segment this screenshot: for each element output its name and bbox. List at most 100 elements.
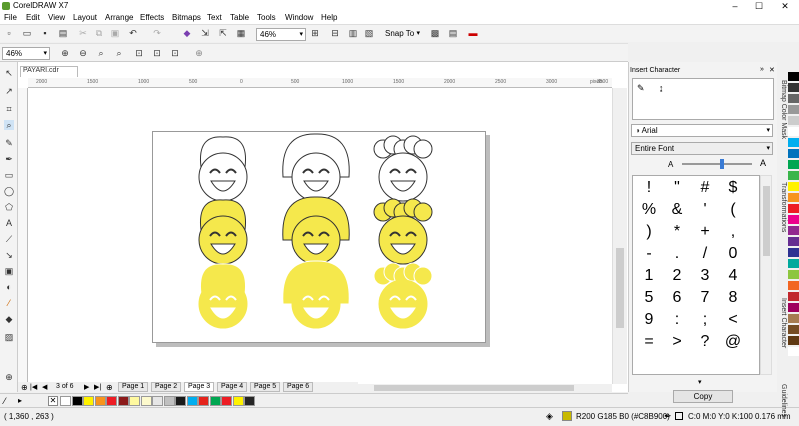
options-icon[interactable]: ▩: [430, 28, 440, 38]
vertical-ruler[interactable]: [18, 88, 28, 384]
color-swatch[interactable]: [244, 396, 255, 406]
face[interactable]: [378, 279, 428, 329]
docker-tab[interactable]: Transformations: [777, 182, 787, 232]
character-cell[interactable]: ?: [691, 331, 719, 353]
docker-tab[interactable]: Insert Character: [777, 298, 787, 348]
close-icon[interactable]: ✕: [774, 0, 796, 12]
character-cell[interactable]: >: [663, 331, 691, 353]
color-swatch[interactable]: [117, 396, 129, 406]
next-page-icon[interactable]: ▶: [84, 383, 89, 391]
menu-edit[interactable]: Edit: [26, 13, 40, 22]
color-swatch[interactable]: [60, 396, 71, 406]
connector-tool-icon[interactable]: ↘: [4, 250, 14, 260]
character-cell[interactable]: $: [719, 177, 747, 199]
print-icon[interactable]: ▤: [58, 28, 68, 38]
add-tool-icon[interactable]: ⊕: [4, 372, 14, 382]
character-cell[interactable]: *: [663, 221, 691, 243]
page-tab[interactable]: Page 6: [283, 382, 314, 392]
artistic-media-icon[interactable]: ✒: [4, 154, 14, 164]
color-swatch[interactable]: [175, 396, 186, 406]
palette-swatch[interactable]: [788, 94, 799, 103]
menu-table[interactable]: Table: [230, 13, 249, 22]
application-launcher-icon[interactable]: ▤: [448, 28, 458, 38]
page-tab[interactable]: Page 5: [250, 382, 281, 392]
color-swatch[interactable]: [209, 396, 221, 406]
open-icon[interactable]: ▭: [22, 28, 32, 38]
color-swatch[interactable]: [186, 396, 198, 406]
palette-swatch[interactable]: [788, 292, 799, 301]
show-rulers-icon[interactable]: ⊟: [330, 28, 340, 38]
face[interactable]: [378, 215, 428, 265]
horizontal-ruler[interactable]: 2000 1500 1000 500 0 500 1000 1500 2000 2500 3000 3…: [28, 78, 612, 88]
launch-icon[interactable]: ▬: [468, 28, 478, 38]
menu-tools[interactable]: Tools: [257, 13, 276, 22]
search-content-icon[interactable]: ◆: [182, 28, 192, 38]
menu-file[interactable]: File: [4, 13, 17, 22]
drag-handle-icon[interactable]: ↨: [659, 83, 664, 93]
show-guidelines-icon[interactable]: ▧: [364, 28, 374, 38]
full-screen-icon[interactable]: ⊞: [310, 28, 320, 38]
undo-icon[interactable]: ↶: [128, 28, 138, 38]
color-swatch[interactable]: [140, 396, 152, 406]
pick-tool-icon[interactable]: ↖: [4, 68, 14, 78]
transparency-icon[interactable]: ◐: [4, 282, 14, 292]
docker-close-icon[interactable]: ✕: [769, 66, 775, 74]
add-page-after-icon[interactable]: ⊕: [106, 383, 113, 392]
character-cell[interactable]: !: [635, 177, 663, 199]
menu-text[interactable]: Text: [207, 13, 222, 22]
redo-icon[interactable]: ↷: [152, 28, 162, 38]
palette-swatch[interactable]: [788, 116, 799, 125]
character-size-slider[interactable]: [682, 163, 752, 165]
palette-swatch[interactable]: [788, 259, 799, 268]
palette-swatch[interactable]: [788, 237, 799, 246]
color-swatch[interactable]: [106, 396, 117, 406]
freehand-tool-icon[interactable]: ✎: [4, 138, 14, 148]
previous-page-icon[interactable]: ◀: [42, 383, 47, 391]
palette-swatch[interactable]: [788, 336, 799, 345]
character-cell[interactable]: 1: [635, 265, 663, 287]
hair-curl[interactable]: [413, 202, 433, 222]
text-tool-icon[interactable]: A: [4, 218, 14, 228]
horizontal-scroll-thumb[interactable]: [374, 385, 574, 391]
save-icon[interactable]: ▪: [40, 28, 50, 38]
face[interactable]: [198, 279, 248, 329]
docker-tab[interactable]: Guidelines: [777, 384, 787, 417]
character-cell[interactable]: #: [691, 177, 719, 199]
character-cell[interactable]: ;: [691, 309, 719, 331]
zoom-all-icon[interactable]: ⌕: [114, 48, 124, 58]
color-swatch[interactable]: [221, 396, 232, 406]
menu-window[interactable]: Window: [285, 13, 313, 22]
palette-swatch[interactable]: [788, 182, 799, 191]
smiley-faces-artwork[interactable]: [152, 131, 486, 343]
palette-swatch[interactable]: [788, 149, 799, 158]
character-cell[interactable]: .: [663, 243, 691, 265]
character-cell[interactable]: :: [663, 309, 691, 331]
character-cell[interactable]: -: [635, 243, 663, 265]
menu-arrange[interactable]: Arrange: [105, 13, 133, 22]
character-cell[interactable]: 4: [719, 265, 747, 287]
palette-swatch[interactable]: [788, 127, 799, 136]
zoom-page-icon[interactable]: ⊡: [134, 48, 144, 58]
maximize-icon[interactable]: ☐: [748, 0, 770, 12]
slider-handle[interactable]: [720, 159, 724, 169]
copy-icon[interactable]: ⧉: [94, 28, 104, 38]
eyedropper-icon[interactable]: ⁄: [4, 298, 14, 308]
import-icon[interactable]: ⇲: [200, 28, 210, 38]
page-tab[interactable]: Page 1: [118, 382, 149, 392]
character-cell[interactable]: =: [635, 331, 663, 353]
palette-swatch[interactable]: [788, 171, 799, 180]
character-cell[interactable]: 2: [663, 265, 691, 287]
vertical-scroll-thumb[interactable]: [616, 248, 624, 328]
face[interactable]: [198, 215, 248, 265]
color-swatch[interactable]: [129, 396, 140, 406]
document-tab[interactable]: PAYARI.cdr: [20, 66, 78, 77]
minimize-icon[interactable]: –: [724, 0, 746, 12]
snap-to-dropdown[interactable]: Snap To ▾: [382, 28, 422, 41]
palette-swatch[interactable]: [788, 314, 799, 323]
color-swatch[interactable]: [83, 396, 94, 406]
vertical-scrollbar[interactable]: [612, 88, 627, 384]
character-cell[interactable]: &: [663, 199, 691, 221]
palette-swatch[interactable]: [788, 325, 799, 334]
add-page-icon[interactable]: ⊕: [21, 383, 28, 392]
page-tab[interactable]: Page 3: [184, 382, 215, 392]
